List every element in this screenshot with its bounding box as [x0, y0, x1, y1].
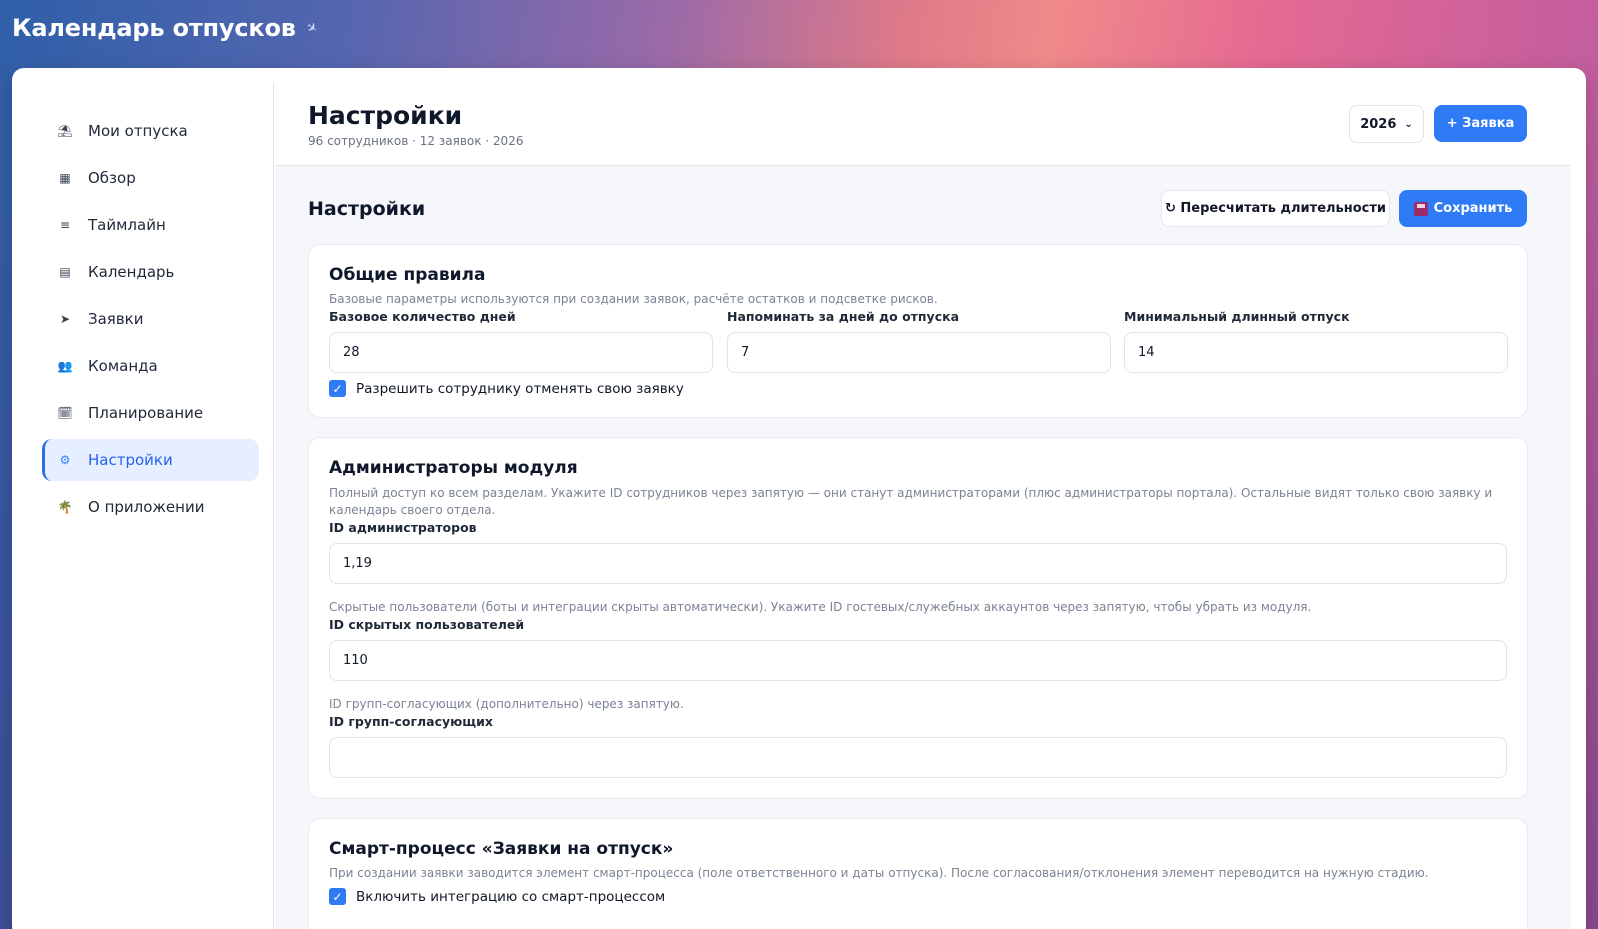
base-days-input[interactable]: 28 [329, 332, 713, 373]
sidebar-item-label: Календарь [88, 263, 175, 281]
sidebar-item-calendar[interactable]: ▤ Календарь [42, 251, 259, 293]
smart-process-description: При создании заявки заводится элемент см… [329, 866, 1429, 880]
new-request-button[interactable]: + Заявка [1434, 105, 1527, 142]
floppy-disk-icon [1413, 201, 1428, 216]
sidebar-item-label: О приложении [88, 498, 205, 516]
sidebar-item-label: Таймлайн [88, 216, 166, 234]
smart-process-title: Смарт-процесс «Заявки на отпуск» [329, 839, 674, 859]
allow-cancel-row: ✓ Разрешить сотруднику отменять свою зая… [329, 380, 684, 397]
app-title: Календарь отпусков ✈ [12, 14, 320, 42]
page-subtitle: 96 сотрудников · 12 заявок · 2026 [308, 134, 524, 148]
settings-heading: Настройки [308, 198, 426, 220]
module-admins-title: Администраторы модуля [329, 458, 578, 478]
allow-cancel-label: Разрешить сотруднику отменять свою заявк… [356, 380, 684, 397]
sidebar-item-label: Обзор [88, 169, 136, 187]
general-rules-description: Базовые параметры используются при созда… [329, 292, 938, 306]
sidebar-item-label: Мои отпуска [88, 122, 188, 140]
page-title: Настройки [308, 101, 463, 130]
hidden-user-ids-input[interactable]: 110 [329, 640, 1507, 681]
sidebar-item-label: Планирование [88, 404, 204, 422]
pin-icon[interactable]: ✈ [302, 19, 319, 37]
team-icon: 👥 [57, 359, 73, 373]
recalc-button-label: ↻ Пересчитать длительности [1164, 201, 1387, 216]
sidebar-item-label: Команда [88, 357, 158, 375]
approver-group-ids-input[interactable] [329, 737, 1507, 778]
hidden-user-ids-label: ID скрытых пользователей [329, 617, 525, 632]
list-icon: ≡ [59, 218, 71, 232]
sidebar-item-label: Заявки [88, 310, 144, 328]
admin-ids-input[interactable]: 1,19 [329, 543, 1507, 584]
approver-groups-description: ID групп-согласующих (дополнительно) чер… [329, 697, 684, 711]
approver-group-ids-label: ID групп-согласующих [329, 714, 493, 729]
chevron-down-icon: ⌄ [1404, 118, 1413, 130]
remind-days-input[interactable]: 7 [727, 332, 1111, 373]
grid-icon: ▦ [59, 171, 71, 185]
module-admins-description: Полный доступ ко всем разделам. Укажите … [329, 486, 1493, 517]
save-button-label: Сохранить [1433, 201, 1513, 216]
sidebar-item-list[interactable]: ≡ Таймлайн [42, 204, 259, 246]
sidebar-item-planning[interactable]: 🗓 Планирование [42, 392, 259, 434]
sidebar-item-gear[interactable]: ⚙ Настройки [42, 439, 259, 481]
enable-integration-label: Включить интеграцию со смарт-процессом [356, 888, 666, 905]
save-button[interactable]: Сохранить [1399, 190, 1527, 227]
sidebar-item-umbrella[interactable]: ⛱ Мои отпуска [42, 110, 259, 152]
general-rules-title: Общие правила [329, 265, 486, 285]
palm-icon: 🌴 [57, 500, 73, 514]
send-icon: ➤ [59, 312, 71, 326]
planning-icon: 🗓 [57, 406, 73, 420]
umbrella-icon: ⛱ [57, 124, 73, 138]
sidebar-item-palm[interactable]: 🌴 О приложении [42, 486, 259, 528]
admin-ids-label: ID администраторов [329, 520, 477, 535]
sidebar-item-grid[interactable]: ▦ Обзор [42, 157, 259, 199]
module-admins-card: Администраторы модуля Полный доступ ко в… [308, 437, 1528, 799]
enable-integration-row: ✓ Включить интеграцию со смарт-процессом [329, 888, 665, 905]
sidebar-item-send[interactable]: ➤ Заявки [42, 298, 259, 340]
sidebar: ⛱ Мои отпуска ▦ Обзор ≡ Таймлайн ▤ Календарь ➤ За… [28, 82, 274, 929]
app-window: ⛱ Мои отпуска ▦ Обзор ≡ Таймлайн ▤ Календарь ➤ За… [12, 68, 1586, 929]
sidebar-item-label: Настройки [88, 451, 173, 469]
sidebar-item-team[interactable]: 👥 Команда [42, 345, 259, 387]
base-days-label: Базовое количество дней [329, 309, 516, 324]
general-rules-card: Общие правила Базовые параметры использу… [308, 244, 1528, 418]
year-select-value: 2026 [1360, 116, 1397, 132]
smart-process-card: Смарт-процесс «Заявки на отпуск» При соз… [308, 818, 1528, 929]
top-bar: Настройки 96 сотрудников · 12 заявок · 2… [275, 82, 1571, 166]
hidden-users-description: Скрытые пользователи (боты и интеграции … [329, 600, 1312, 614]
min-long-vacation-label: Минимальный длинный отпуск [1124, 309, 1350, 324]
year-select[interactable]: 2026 ⌄ [1349, 105, 1424, 143]
min-long-vacation-input[interactable]: 14 [1124, 332, 1508, 373]
recalc-durations-button[interactable]: ↻ Пересчитать длительности [1161, 190, 1390, 227]
enable-integration-checkbox[interactable]: ✓ [329, 888, 346, 905]
remind-days-label: Напоминать за дней до отпуска [727, 309, 960, 324]
calendar-icon: ▤ [59, 265, 71, 279]
main-content: Настройки 96 сотрудников · 12 заявок · 2… [275, 82, 1571, 929]
app-title-text: Календарь отпусков [12, 14, 296, 42]
allow-cancel-checkbox[interactable]: ✓ [329, 380, 346, 397]
gear-icon: ⚙ [59, 453, 71, 467]
